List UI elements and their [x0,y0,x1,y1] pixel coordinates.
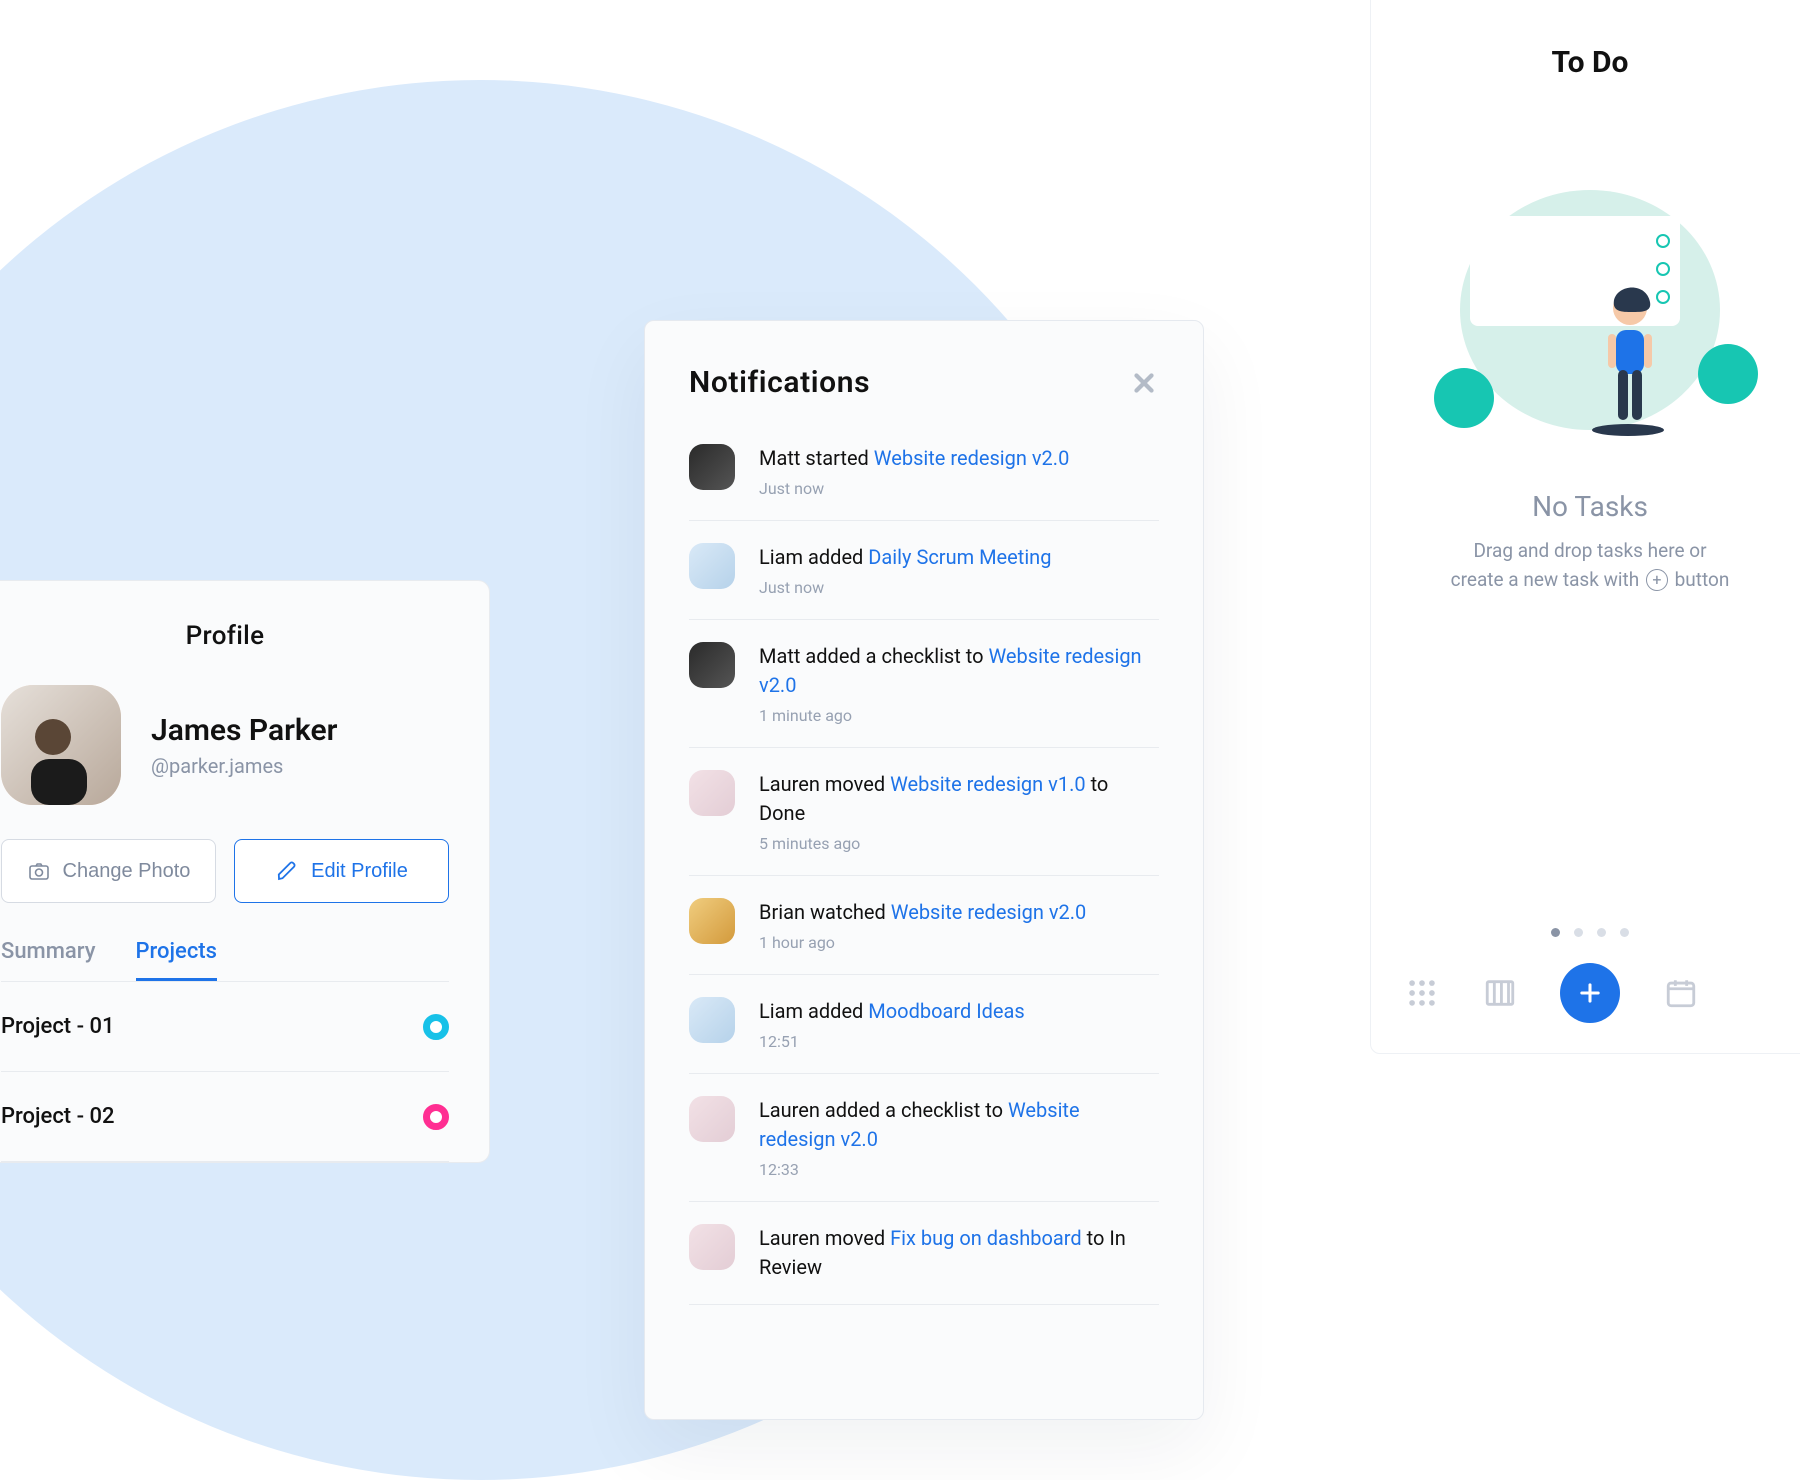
dot-1[interactable] [1551,928,1560,937]
notifications-list: Matt started Website redesign v2.0 Just n… [689,434,1159,1305]
todo-bottom-nav [1395,963,1785,1023]
notification-item[interactable]: Brian watched Website redesign v2.0 1 hou… [689,876,1159,975]
edit-profile-label: Edit Profile [311,860,408,883]
notification-link[interactable]: Website redesign v2.0 [874,446,1070,470]
empty-illustration [1430,170,1750,450]
pencil-icon [275,859,299,883]
close-icon[interactable] [1129,368,1159,398]
empty-subtitle: Drag and drop tasks here or create a new… [1451,537,1730,594]
dot-2[interactable] [1574,928,1583,937]
project-label: Project - 02 [1,1104,115,1129]
avatar-image [1,685,121,805]
dot-4[interactable] [1620,928,1629,937]
profile-buttons: Change Photo Edit Profile [1,839,449,903]
avatar [689,898,735,944]
plus-icon [1576,979,1604,1007]
avatar [689,770,735,816]
avatar [689,444,735,490]
avatar [689,1096,735,1142]
avatar [689,1224,735,1270]
add-task-button[interactable] [1560,963,1620,1023]
notification-text: Liam added Moodboard Ideas [759,997,1159,1026]
notifications-card: Notifications Matt started Website redes… [644,320,1204,1420]
tab-projects[interactable]: Projects [136,939,217,981]
grid-icon[interactable] [1405,976,1439,1010]
status-donut-icon [423,1104,449,1130]
edit-profile-button[interactable]: Edit Profile [234,839,449,903]
profile-user-row: James Parker @parker.james [1,685,449,805]
project-list: Project - 01 Project - 02 [1,982,449,1162]
notification-item[interactable]: Lauren moved Website redesign v1.0 to Do… [689,748,1159,876]
dot-3[interactable] [1597,928,1606,937]
notification-text: Lauren moved Website redesign v1.0 to Do… [759,770,1159,828]
todo-card: To Do No Tasks Drag and drop t [1370,0,1800,1054]
status-donut-icon [423,1014,449,1040]
empty-title: No Tasks [1532,490,1648,523]
plus-inline-icon: + [1646,569,1668,591]
project-row[interactable]: Project - 01 [1,982,449,1072]
notification-text: Lauren added a checklist to Website rede… [759,1096,1159,1154]
change-photo-button[interactable]: Change Photo [1,839,216,903]
avatar [689,997,735,1043]
notification-item[interactable]: Liam added Daily Scrum Meeting Just now [689,521,1159,620]
avatar [689,642,735,688]
project-label: Project - 01 [1,1014,115,1039]
project-row[interactable]: Project - 02 [1,1072,449,1162]
notification-item[interactable]: Liam added Moodboard Ideas 12:51 [689,975,1159,1074]
profile-card: Profile James Parker @parker.james Chang… [0,580,490,1163]
notification-link[interactable]: Fix bug on dashboard [890,1226,1082,1250]
notifications-title: Notifications [689,365,870,400]
notification-item[interactable]: Matt started Website redesign v2.0 Just n… [689,434,1159,521]
notification-text: Lauren moved Fix bug on dashboard to In … [759,1224,1159,1282]
notification-text: Brian watched Website redesign v2.0 [759,898,1159,927]
columns-icon[interactable] [1483,976,1517,1010]
notification-time: Just now [759,578,1159,597]
notification-time: Just now [759,479,1159,498]
notifications-header: Notifications [689,365,1159,400]
notification-text: Matt added a checklist to Website redesi… [759,642,1159,700]
notification-link[interactable]: Moodboard Ideas [868,999,1024,1023]
profile-tabs: Summary Projects [1,939,449,982]
notification-time: 12:51 [759,1032,1159,1051]
notification-time: 5 minutes ago [759,834,1159,853]
todo-title: To Do [1552,45,1629,80]
page-dots[interactable] [1551,928,1629,937]
avatar[interactable] [1,685,121,805]
notification-link[interactable]: Website redesign v2.0 [891,900,1087,924]
profile-handle: @parker.james [151,754,337,778]
notification-item[interactable]: Matt added a checklist to Website redesi… [689,620,1159,748]
notification-time: 1 hour ago [759,933,1159,952]
notification-item[interactable]: Lauren added a checklist to Website rede… [689,1074,1159,1202]
notification-time: 1 minute ago [759,706,1159,725]
notification-item[interactable]: Lauren moved Fix bug on dashboard to In … [689,1202,1159,1305]
person-illustration [1590,270,1680,440]
change-photo-label: Change Photo [63,860,191,883]
notification-link[interactable]: Website redesign v1.0 [890,772,1086,796]
profile-title: Profile [1,621,449,651]
tab-summary[interactable]: Summary [1,939,96,981]
notification-text: Matt started Website redesign v2.0 [759,444,1159,473]
notification-time: 12:33 [759,1160,1159,1179]
camera-icon [27,859,51,883]
calendar-icon[interactable] [1664,976,1698,1010]
profile-name: James Parker [151,713,337,748]
notification-link[interactable]: Daily Scrum Meeting [868,545,1051,569]
avatar [689,543,735,589]
notification-text: Liam added Daily Scrum Meeting [759,543,1159,572]
